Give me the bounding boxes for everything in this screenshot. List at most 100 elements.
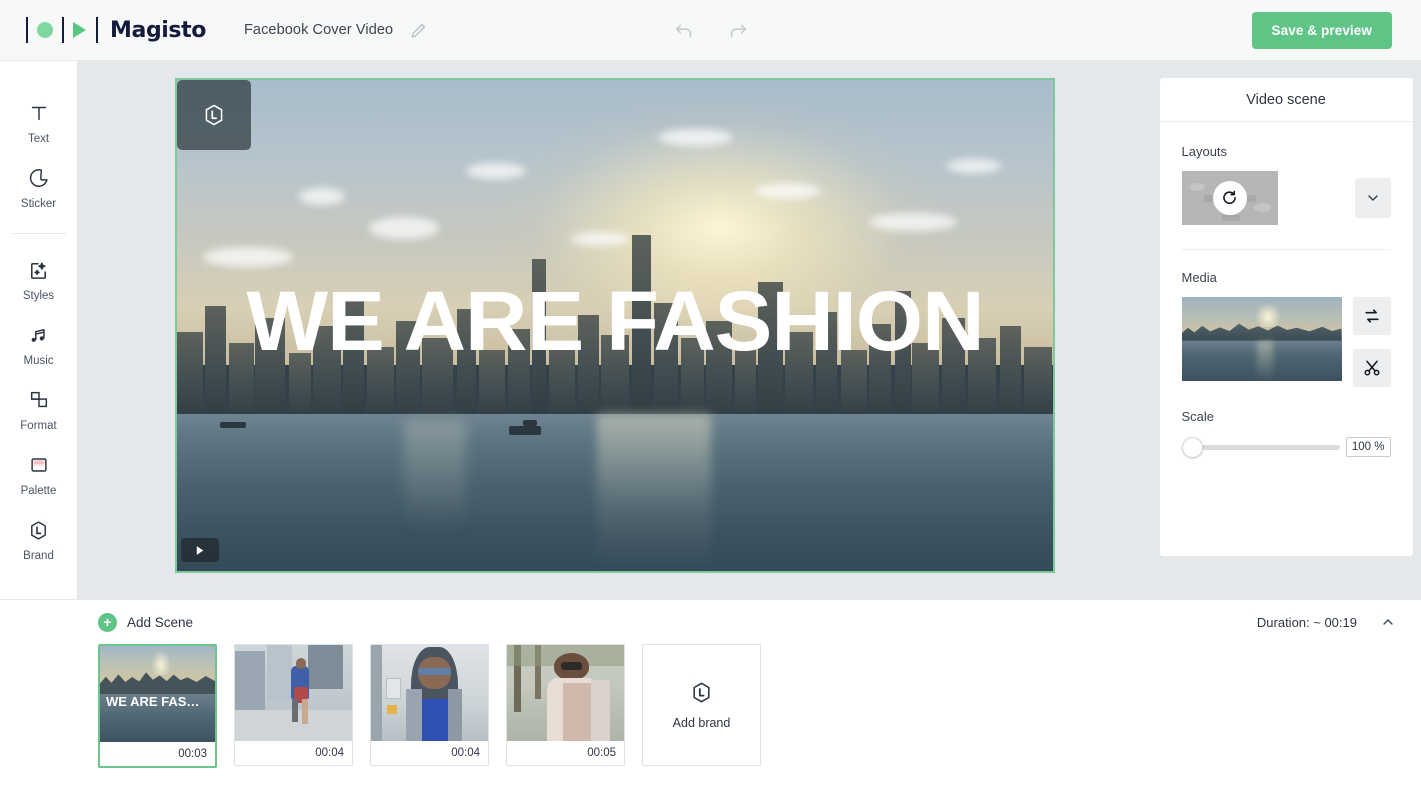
redo-arrow-icon[interactable] bbox=[724, 16, 752, 44]
logo-bar-middle bbox=[62, 17, 64, 43]
boat-shape bbox=[220, 421, 247, 428]
scene-card-4[interactable]: 00:05 bbox=[506, 644, 625, 766]
cloud-shape bbox=[754, 183, 821, 200]
text-t-icon bbox=[28, 100, 50, 126]
collapse-timeline-button[interactable] bbox=[1375, 609, 1401, 635]
brand-hexagon-icon bbox=[205, 104, 222, 126]
scene-duration: 00:03 bbox=[100, 742, 215, 766]
layout-thumbnail[interactable] bbox=[1181, 171, 1278, 225]
boat-shape bbox=[522, 420, 537, 427]
sidebar-label-palette: Palette bbox=[20, 485, 57, 497]
top-bar: Magisto Facebook Cover Video Save & prev… bbox=[0, 0, 1421, 61]
brand-logo-placeholder[interactable] bbox=[176, 80, 251, 150]
sidebar-item-text[interactable]: Text bbox=[0, 89, 78, 154]
add-brand-card[interactable]: Add brand bbox=[642, 644, 761, 766]
slider-knob[interactable] bbox=[1181, 436, 1203, 458]
scene-thumbnail bbox=[507, 645, 624, 741]
logo-play-triangle-icon bbox=[73, 22, 86, 38]
timeline: + Add Scene Duration: ~ 00:19 WE ARE FAS… bbox=[0, 599, 1421, 788]
cloud-shape bbox=[299, 188, 346, 206]
water-layer bbox=[176, 413, 1053, 571]
scene-duration: 00:04 bbox=[235, 741, 352, 765]
slider-track bbox=[1181, 444, 1340, 450]
scene-thumbnail bbox=[235, 645, 352, 741]
scene-card-1[interactable]: WE ARE FAS… 00:03 bbox=[98, 644, 217, 768]
media-row bbox=[1181, 297, 1391, 387]
shuffle-layout-button[interactable] bbox=[1212, 181, 1247, 215]
magisto-logo[interactable]: Magisto bbox=[26, 17, 206, 43]
scene-text-overlay[interactable]: WE ARE FASHION bbox=[177, 279, 1053, 363]
panel-body: Layouts Media Scale 100 % bbox=[1160, 122, 1413, 458]
sun-reflection-secondary bbox=[404, 420, 466, 531]
add-brand-label: Add brand bbox=[672, 716, 731, 730]
duration-text: Duration: ~ 00:19 bbox=[1256, 614, 1357, 630]
boat-shape bbox=[509, 426, 542, 436]
refresh-rotate-icon bbox=[1223, 190, 1236, 204]
magisto-editor: Magisto Facebook Cover Video Save & prev… bbox=[0, 0, 1421, 788]
timeline-right-controls: Duration: ~ 00:19 bbox=[1257, 609, 1401, 635]
sidebar-label-format: Format bbox=[20, 420, 57, 432]
scene-caption: WE ARE FAS… bbox=[106, 694, 200, 709]
replace-media-button[interactable] bbox=[1352, 297, 1391, 335]
scale-row: 100 % bbox=[1181, 436, 1391, 458]
undo-arrow-icon[interactable] bbox=[670, 16, 698, 44]
layouts-label: Layouts bbox=[1181, 144, 1228, 159]
media-action-buttons bbox=[1352, 297, 1391, 387]
sidebar-item-palette[interactable]: Palette bbox=[0, 441, 78, 506]
sidebar-label-text: Text bbox=[27, 133, 50, 145]
chevron-down-icon bbox=[1367, 195, 1378, 201]
logo-wordmark: Magisto bbox=[110, 17, 206, 43]
section-divider bbox=[1181, 249, 1391, 250]
format-layout-icon bbox=[28, 387, 50, 413]
sidebar-label-styles: Styles bbox=[22, 290, 55, 302]
scene-card-2[interactable]: 00:04 bbox=[234, 644, 353, 766]
brand-hexagon-icon bbox=[693, 682, 710, 703]
add-scene-button[interactable]: + Add Scene bbox=[98, 612, 194, 632]
palette-swatch-icon bbox=[28, 452, 50, 478]
history-controls bbox=[670, 16, 752, 44]
sidebar-divider bbox=[11, 233, 66, 234]
sidebar-item-brand[interactable]: Brand bbox=[0, 506, 78, 571]
add-scene-label: Add Scene bbox=[127, 614, 194, 630]
play-button[interactable] bbox=[180, 538, 219, 562]
cloud-shape bbox=[868, 212, 957, 231]
scene-card-3[interactable]: 00:04 bbox=[370, 644, 489, 766]
sun-reflection bbox=[596, 413, 711, 571]
chevron-up-icon bbox=[1383, 619, 1393, 625]
scene-duration: 00:05 bbox=[507, 741, 624, 765]
expand-layouts-button[interactable] bbox=[1354, 178, 1391, 218]
left-sidebar: Text Sticker Styles Music Format Palette… bbox=[0, 61, 78, 599]
trim-media-button[interactable] bbox=[1352, 349, 1391, 387]
brand-hexagon-icon bbox=[27, 517, 50, 543]
layouts-row bbox=[1181, 171, 1391, 225]
media-thumbnail[interactable] bbox=[1181, 297, 1342, 381]
scene-list: WE ARE FAS… 00:03 00:04 00:04 00:05 Add … bbox=[0, 644, 1421, 768]
pencil-icon[interactable] bbox=[409, 21, 428, 40]
scene-duration: 00:04 bbox=[371, 741, 488, 765]
plus-circle-icon: + bbox=[98, 612, 117, 632]
editor-body: Text Sticker Styles Music Format Palette… bbox=[0, 61, 1421, 599]
cloud-shape bbox=[947, 158, 1002, 173]
scale-value[interactable]: 100 % bbox=[1345, 437, 1391, 457]
sidebar-label-brand: Brand bbox=[23, 550, 54, 562]
sidebar-label-sticker: Sticker bbox=[20, 198, 57, 210]
sidebar-item-music[interactable]: Music bbox=[0, 311, 78, 376]
music-notes-icon bbox=[27, 322, 50, 348]
scale-label: Scale bbox=[1181, 409, 1215, 424]
scale-slider[interactable] bbox=[1181, 436, 1340, 458]
media-label: Media bbox=[1181, 270, 1217, 285]
timeline-header: + Add Scene Duration: ~ 00:19 bbox=[0, 600, 1421, 644]
scene-thumbnail bbox=[371, 645, 488, 741]
sidebar-item-sticker[interactable]: Sticker bbox=[0, 154, 78, 219]
video-scene-frame[interactable]: WE ARE FASHION bbox=[174, 78, 1055, 573]
logo-record-dot-icon bbox=[37, 22, 53, 38]
scissors-icon bbox=[1364, 360, 1379, 376]
preview-canvas: WE ARE FASHION bbox=[78, 61, 1151, 599]
play-icon bbox=[196, 545, 204, 555]
panel-title: Video scene bbox=[1159, 78, 1413, 122]
sticker-icon bbox=[28, 165, 50, 191]
cloud-shape bbox=[202, 246, 293, 267]
sidebar-item-format[interactable]: Format bbox=[0, 376, 78, 441]
save-preview-button[interactable]: Save & preview bbox=[1251, 12, 1392, 49]
sidebar-item-styles[interactable]: Styles bbox=[0, 246, 78, 311]
